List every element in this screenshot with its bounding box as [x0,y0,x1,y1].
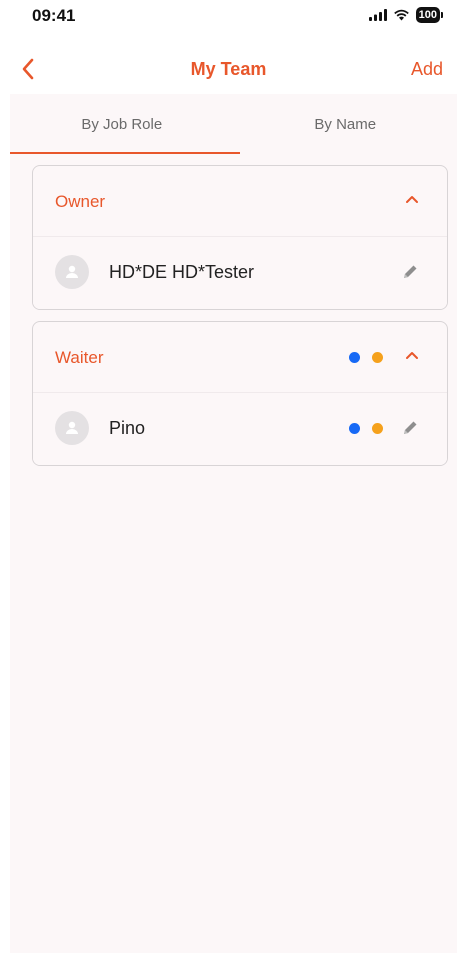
tab-by-job-role[interactable]: By Job Role [10,94,234,154]
status-time: 09:41 [32,6,76,25]
member-name: Pino [109,418,146,438]
content-area: By Job Role By Name Owner HD*DE HD*Teste… [10,94,457,953]
role-dots [349,352,383,363]
chevron-up-icon[interactable] [405,350,419,360]
group-title: Owner [55,192,106,211]
person-icon [66,265,78,278]
nav-bar: My Team Add [0,45,457,93]
member-dot-blue [349,423,360,434]
member-row[interactable]: Pino [33,392,447,465]
battery-icon: 100 [415,7,443,23]
person-icon [66,421,78,434]
battery-level: 100 [415,7,440,23]
tab-by-name[interactable]: By Name [234,94,457,154]
group-card-owner: Owner HD*DE HD*Tester [32,165,448,310]
avatar [55,411,89,445]
pencil-icon[interactable] [401,263,419,281]
member-name: HD*DE HD*Tester [109,262,255,282]
group-title: Waiter [55,348,104,367]
group-header-waiter[interactable]: Waiter [33,322,447,392]
member-dots [349,423,383,434]
group-header-owner[interactable]: Owner [33,166,447,236]
role-dot-orange [372,352,383,363]
avatar [55,255,89,289]
add-button[interactable]: Add [411,59,443,80]
wifi-icon [393,9,409,21]
chevron-up-icon[interactable] [405,194,419,204]
member-row[interactable]: HD*DE HD*Tester [33,236,447,309]
signal-icon [368,9,387,21]
tab-bar: By Job Role By Name [10,94,457,154]
page-title: My Team [190,59,267,79]
group-card-waiter: Waiter Pino [32,321,448,466]
status-icons: 100 [368,6,443,24]
status-bar: 09:41 100 [0,0,457,40]
tab-selected-indicator [10,152,240,154]
role-dot-blue [349,352,360,363]
pencil-icon[interactable] [401,419,419,437]
member-dot-orange [372,423,383,434]
